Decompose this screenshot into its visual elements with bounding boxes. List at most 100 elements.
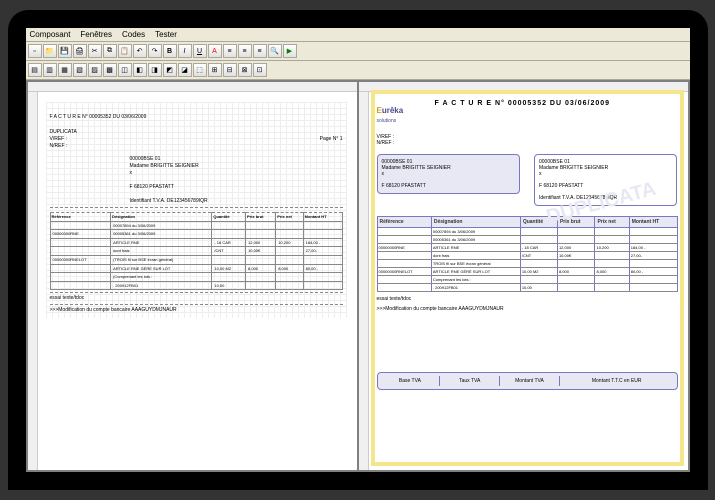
- totals-footer: Base TVA Taux TVA Montant TVA Montant T.…: [377, 372, 678, 390]
- table-row: 00000000RNELOTARTICLE RNE GÉRÉ SUR LOT10…: [377, 268, 677, 276]
- table-row: ARTICLE RNE GÉRÉ SUR LOT10,00 M28,0008,0…: [50, 264, 342, 273]
- align-center-icon[interactable]: ≡: [238, 44, 252, 58]
- toolbar-2: ▤ ▥ ▦ ▧ ▨ ▩ ◫ ◧ ◨ ◩ ◪ ⬚ ⊞ ⊟ ⊠ ⊡: [26, 61, 690, 80]
- client-tva: Identifiant T.V.A. DE123456789IQR: [130, 198, 343, 205]
- table-row: (Comprenant les lots :: [50, 273, 342, 282]
- table-row: . 200912FB0110,00: [50, 281, 342, 290]
- vref-label: V/REF :: [50, 136, 68, 143]
- tool-icon[interactable]: ◨: [148, 63, 162, 77]
- base-tva: Base TVA: [381, 376, 441, 386]
- modification-text: >>>Modification du compte bancaire AAAGU…: [50, 307, 343, 314]
- table-row: ARTICLE RNE- 18 CAR12,00010,200184,00 -: [50, 238, 342, 247]
- paste-icon[interactable]: 📋: [118, 44, 132, 58]
- client-x: x: [130, 170, 343, 177]
- tool-icon[interactable]: ▧: [73, 63, 87, 77]
- ruler-horizontal: [28, 82, 357, 92]
- table-row: 00005361 du 3/06/2009: [377, 236, 677, 244]
- menu-fenetres[interactable]: Fenêtres: [80, 30, 112, 39]
- table-row: 00000000RNELOT(TROIS fil sur BSE écran g…: [50, 255, 342, 264]
- col-mt: Montant HT: [303, 213, 342, 222]
- print-icon[interactable]: 🖨: [73, 44, 87, 58]
- essai-text: essai texte/tdoc: [50, 295, 343, 302]
- ruler-horizontal: [359, 82, 688, 92]
- zoom-icon[interactable]: 🔍: [268, 44, 282, 58]
- col-des: Désignation: [431, 217, 520, 228]
- col-ref: Référence: [377, 217, 431, 228]
- underline-icon[interactable]: U: [193, 44, 207, 58]
- copy-icon[interactable]: ⧉: [103, 44, 117, 58]
- tool-icon[interactable]: ◫: [118, 63, 132, 77]
- undo-icon[interactable]: ↶: [133, 44, 147, 58]
- page-number: Page N° 1: [320, 136, 343, 143]
- tool-icon[interactable]: ◪: [178, 63, 192, 77]
- laptop-frame: Composant Fenêtres Codes Tester ▫ 📁 💾 🖨 …: [8, 10, 708, 490]
- invoice-title: F A C T U R E N° 00005352 DU 03/06/2009: [50, 114, 343, 121]
- col-pn: Prix net: [595, 217, 629, 228]
- tool-icon[interactable]: ⊟: [223, 63, 237, 77]
- tool-icon[interactable]: ⊠: [238, 63, 252, 77]
- font-color-icon[interactable]: A: [208, 44, 222, 58]
- col-des: Désignation: [111, 213, 212, 222]
- align-left-icon[interactable]: ≡: [223, 44, 237, 58]
- taux-tva: Taux TVA: [440, 376, 500, 386]
- duplicata-label: DUPLICATA: [50, 129, 343, 136]
- tool-icon[interactable]: ⊞: [208, 63, 222, 77]
- client-code: 00000BSE 01: [130, 156, 343, 163]
- modification-text: >>>Modification du compte bancaire AAAGU…: [377, 306, 678, 312]
- table-row: Comprenant les lots :: [377, 276, 677, 284]
- tool-icon[interactable]: ◧: [133, 63, 147, 77]
- menu-composant[interactable]: Composant: [30, 30, 71, 39]
- run-icon[interactable]: ▶: [283, 44, 297, 58]
- col-qte: Quantité: [212, 213, 246, 222]
- nref-label: N/REF :: [50, 143, 68, 150]
- table-row: 00000000RNEARTICLE RNE- 18 CAR12,00010,2…: [377, 244, 677, 252]
- align-right-icon[interactable]: ≡: [253, 44, 267, 58]
- table-row: . 200912FB0110,00: [377, 284, 677, 292]
- col-pb: Prix brut: [246, 213, 276, 222]
- montant-ttc: Montant T.T.C en EUR: [560, 376, 674, 386]
- tool-icon[interactable]: ▨: [88, 63, 102, 77]
- save-icon[interactable]: 💾: [58, 44, 72, 58]
- col-pn: Prix net: [276, 213, 303, 222]
- toolbar-1: ▫ 📁 💾 🖨 ✂ ⧉ 📋 ↶ ↷ B I U A ≡ ≡ ≡ 🔍 ▶: [26, 42, 690, 61]
- bold-icon[interactable]: B: [163, 44, 177, 58]
- open-icon[interactable]: 📁: [43, 44, 57, 58]
- tool-icon[interactable]: ⬚: [193, 63, 207, 77]
- ruler-vertical: [28, 92, 38, 470]
- tool-icon[interactable]: ▦: [58, 63, 72, 77]
- tool-icon[interactable]: ⊡: [253, 63, 267, 77]
- menu-tester[interactable]: Tester: [155, 30, 177, 39]
- nref-label: N/REF :: [377, 140, 395, 146]
- montant-tva: Montant TVA: [500, 376, 560, 386]
- menu-codes[interactable]: Codes: [122, 30, 145, 39]
- invoice-title: F A C T U R E N° 00005352 DU 03/06/2009: [435, 100, 611, 107]
- tool-icon[interactable]: ▤: [28, 63, 42, 77]
- essai-text: essai texte/tdoc: [377, 296, 678, 302]
- tool-icon[interactable]: ▩: [103, 63, 117, 77]
- new-icon[interactable]: ▫: [28, 44, 42, 58]
- table-row: 00007894 du 3/06/2009: [377, 228, 677, 236]
- invoice-table: Référence Désignation Quantité Prix brut…: [50, 212, 343, 290]
- table-row: 00000000RNE00005361 du 3/06/2009: [50, 230, 342, 239]
- invoice-table: Référence Désignation Quantité Prix brut…: [377, 216, 678, 292]
- design-panel-left[interactable]: F A C T U R E N° 00005352 DU 03/06/2009 …: [28, 82, 357, 470]
- table-row: 00007894 du 3/06/2009: [50, 221, 342, 230]
- app-window: Composant Fenêtres Codes Tester ▫ 📁 💾 🖨 …: [26, 28, 690, 472]
- client-name: Madame BRIGITTE SEIGNIER: [130, 163, 343, 170]
- client-city: F 68120 PFASTATT: [130, 184, 343, 191]
- preview-panel-right[interactable]: DUPLICATA EEurêkaurêkasolutions F A C T …: [359, 82, 688, 470]
- menu-bar: Composant Fenêtres Codes Tester: [26, 28, 690, 42]
- workspace: F A C T U R E N° 00005352 DU 03/06/2009 …: [26, 80, 690, 472]
- tool-icon[interactable]: ▥: [43, 63, 57, 77]
- col-ref: Référence: [50, 213, 111, 222]
- client-box-1: 00000BSE 01 Madame BRIGITTE SEIGNIER x F…: [377, 154, 520, 194]
- eureka-logo: EEurêkaurêkasolutions: [377, 100, 427, 130]
- italic-icon[interactable]: I: [178, 44, 192, 58]
- cut-icon[interactable]: ✂: [88, 44, 102, 58]
- table-row: dont frais/CNT10,00€27,00-: [377, 252, 677, 260]
- tool-icon[interactable]: ◩: [163, 63, 177, 77]
- redo-icon[interactable]: ↷: [148, 44, 162, 58]
- table-row: dont frais/CNT10,00€27,00-: [50, 247, 342, 256]
- col-mt: Montant HT: [629, 217, 677, 228]
- table-row: TROIS fil sur BSE écran général: [377, 260, 677, 268]
